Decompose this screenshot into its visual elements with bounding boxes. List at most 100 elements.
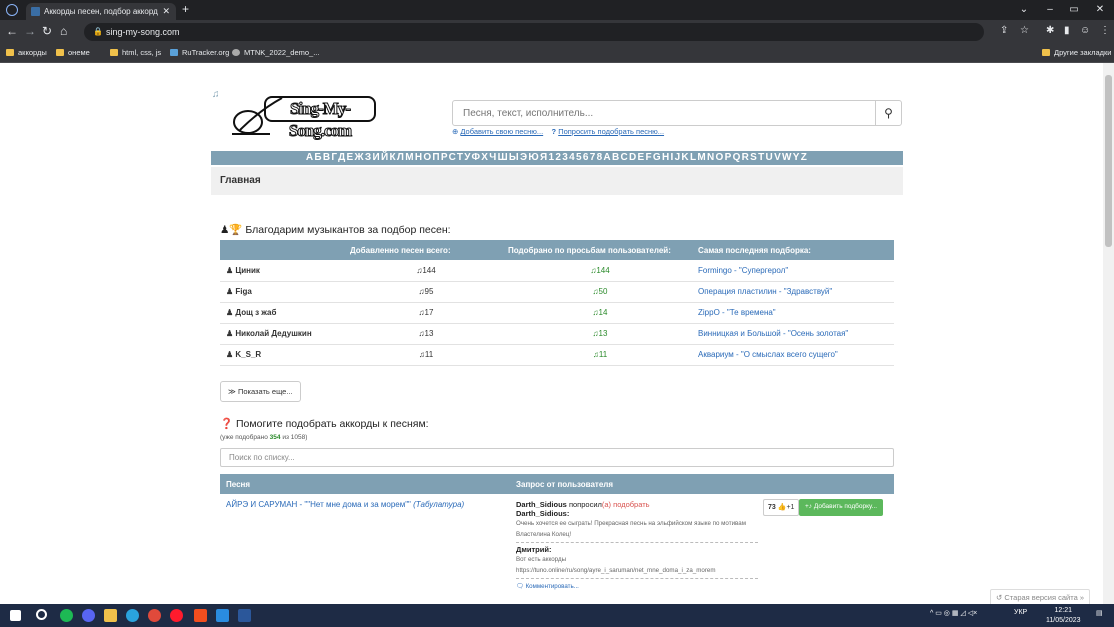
question-circle-icon: ❓ [220, 418, 236, 430]
requests-table: Песня Запрос от пользователя АЙРЭ И САРУ… [220, 474, 894, 598]
musician-name[interactable]: ♟ Николай Дедушкин [220, 323, 344, 345]
requested-count: ♫144 [502, 260, 692, 282]
latest-song-link[interactable]: Formingo - "Cупергерол" [692, 260, 894, 282]
plus-circle-icon: ⊕ [452, 127, 459, 136]
folder-icon [6, 49, 14, 56]
reload-icon[interactable]: ↻ [42, 24, 52, 38]
table-row: ♟ K_S_R ♫11 ♫11 Аквариум - "О смыслах вс… [220, 344, 894, 366]
lock-icon: 🔒 [93, 27, 103, 36]
word-icon[interactable] [238, 609, 251, 622]
other-bookmarks[interactable]: Другие закладки [1042, 48, 1111, 57]
figma-icon[interactable] [194, 609, 207, 622]
search-icon[interactable] [36, 609, 47, 620]
browser-profile-icon[interactable] [6, 4, 18, 16]
users-trophy-icon: ♟🏆 [220, 224, 246, 236]
url-field[interactable]: 🔒 sing-my-song.com [84, 23, 984, 41]
add-song-link[interactable]: Добавить свою песню... [460, 127, 543, 136]
close-tab-icon[interactable]: ✕ [162, 6, 170, 17]
back-icon[interactable]: ← [6, 24, 18, 38]
breadcrumb: Главная [211, 167, 903, 195]
question-icon: ? [551, 127, 557, 136]
bookmarks-bar: аккорды онеме html, css, js RuTracker.or… [0, 44, 1114, 63]
user-icon: ♟ [226, 329, 236, 338]
alphabet-nav[interactable]: АБВГДЕЖЗИЙКЛМНОПРСТУФХЧШЫЭЮЯ12345678ABCD… [211, 151, 903, 165]
site-logo[interactable]: Sing-My-Song.com [230, 90, 410, 141]
bookmark-item[interactable]: онеме [56, 48, 90, 57]
opera-icon[interactable] [170, 609, 183, 622]
tab-title: Аккорды песен, подбор аккорд [44, 7, 158, 16]
tray-icons[interactable]: ^ ▭ ◎ ▦ ◿ ◁× [930, 609, 977, 617]
sidepanel-icon[interactable]: ▮ [1064, 25, 1070, 36]
musician-name[interactable]: ♟ Циник [220, 260, 344, 282]
new-tab-icon[interactable]: + [182, 2, 189, 16]
latest-song-link[interactable]: Аквариум - "О смыслах всего сущего" [692, 344, 894, 366]
notification-icon[interactable]: ▤ [1096, 609, 1103, 617]
table-row: ♟ Дощ з жаб ♫17 ♫14 ZippO - "Те времена" [220, 302, 894, 324]
latest-song-link[interactable]: ZippO - "Те времена" [692, 302, 894, 324]
scrollbar-thumb[interactable] [1105, 75, 1112, 247]
tab-search-icon[interactable]: ⌄ [1012, 0, 1036, 20]
user-icon: ♟ [226, 287, 236, 296]
bookmark-star-icon[interactable]: ☆ [1020, 25, 1029, 36]
bookmark-item[interactable]: MTNK_2022_demo_... [232, 48, 319, 57]
extensions-icon[interactable]: ✱ [1046, 25, 1054, 36]
user-icon: ♟ [226, 308, 236, 317]
windows-start-icon[interactable] [10, 610, 21, 621]
song-tag[interactable]: (Табулатура) [413, 500, 464, 509]
added-count: ♫95 [344, 281, 502, 303]
col-header: Песня [220, 474, 510, 494]
clock[interactable]: 12:21 11/05/2023 [1046, 606, 1081, 626]
close-window-icon[interactable]: ✕ [1088, 0, 1112, 20]
file-explorer-icon[interactable] [104, 609, 117, 622]
col-header: Подобрано по просьбам пользователей: [502, 240, 692, 260]
musician-name[interactable]: ♟ Figa [220, 281, 344, 303]
comment-text: Вот есть аккорды [516, 556, 567, 563]
song-cell: АЙРЭ И САРУМАН - ""Нет мне дома и за мор… [220, 494, 510, 598]
comment-link[interactable]: 🗨 Комментировать... [516, 581, 888, 592]
song-link[interactable]: АЙРЭ И САРУМАН - ""Нет мне дома и за мор… [226, 500, 411, 509]
musician-name[interactable]: ♟ Дощ з жаб [220, 302, 344, 324]
site-favicon-icon [31, 7, 40, 16]
latest-song-link[interactable]: Операция пластилин - "Здравствуй" [692, 281, 894, 303]
table-header: Добавленно песен всего: Подобрано по про… [220, 240, 894, 260]
discord-icon[interactable] [82, 609, 95, 622]
chrome-icon[interactable] [148, 609, 161, 622]
home-icon[interactable]: ⌂ [60, 24, 67, 38]
list-filter-input[interactable]: Поиск по списку... [220, 448, 894, 467]
ask-song-link[interactable]: Попросить подобрать песню... [558, 127, 664, 136]
telegram-icon[interactable] [126, 609, 139, 622]
search-box: ⚲ [452, 100, 902, 126]
vscode-icon[interactable] [216, 609, 229, 622]
musician-name[interactable]: ♟ K_S_R [220, 344, 344, 366]
logo-text: Sing-My-Song.com [264, 96, 376, 141]
search-input[interactable] [453, 101, 877, 125]
comment-text: Очень хочется ее сыграть! Прекрасная пес… [516, 520, 746, 538]
bookmark-item[interactable]: RuTracker.org [170, 48, 229, 57]
url-text: sing-my-song.com [106, 27, 180, 37]
show-more-button[interactable]: ≫ Показать еще... [220, 381, 301, 402]
notes-icon: ♫ [212, 89, 220, 100]
share-icon[interactable]: ⇪ [1000, 25, 1008, 36]
address-bar-row: ← → ↻ ⌂ 🔒 sing-my-song.com ⇪ ☆ ✱ ▮ ☺ ⋮ [0, 20, 1114, 44]
bookmark-item[interactable]: аккорды [6, 48, 47, 57]
forward-icon[interactable]: → [24, 24, 36, 38]
search-icon[interactable]: ⚲ [875, 101, 901, 125]
table-row: ♟ Циник ♫144 ♫144 Formingo - "Cупергерол… [220, 260, 894, 282]
page-scrollbar[interactable] [1103, 63, 1114, 604]
requester-name[interactable]: Darth_Sidious [516, 500, 567, 509]
menu-icon[interactable]: ⋮ [1100, 25, 1110, 36]
bookmark-item[interactable]: html, css, js [110, 48, 161, 57]
old-version-button[interactable]: ↺ Старая версия сайта » [990, 589, 1091, 604]
spotify-icon[interactable] [60, 609, 73, 622]
web-page: ♫ Sing-My-Song.com ⚲ ⊕ Добавить свою пес… [0, 63, 1103, 604]
col-header: Добавленно песен всего: [344, 240, 502, 260]
profile-icon[interactable]: ☺ [1080, 25, 1090, 36]
maximize-icon[interactable]: ▭ [1062, 0, 1086, 20]
add-selection-button[interactable]: +♪ Добавить подборку... [799, 499, 884, 516]
language-indicator[interactable]: УКР [1014, 609, 1027, 616]
latest-song-link[interactable]: Винницкая и Большой - "Осень золотая" [692, 323, 894, 345]
browser-tab[interactable]: Аккорды песен, подбор аккорд ✕ [26, 3, 176, 20]
vote-button[interactable]: 73 👍+1 [763, 499, 800, 516]
minimize-icon[interactable]: – [1038, 0, 1062, 20]
added-count: ♫13 [344, 323, 502, 345]
